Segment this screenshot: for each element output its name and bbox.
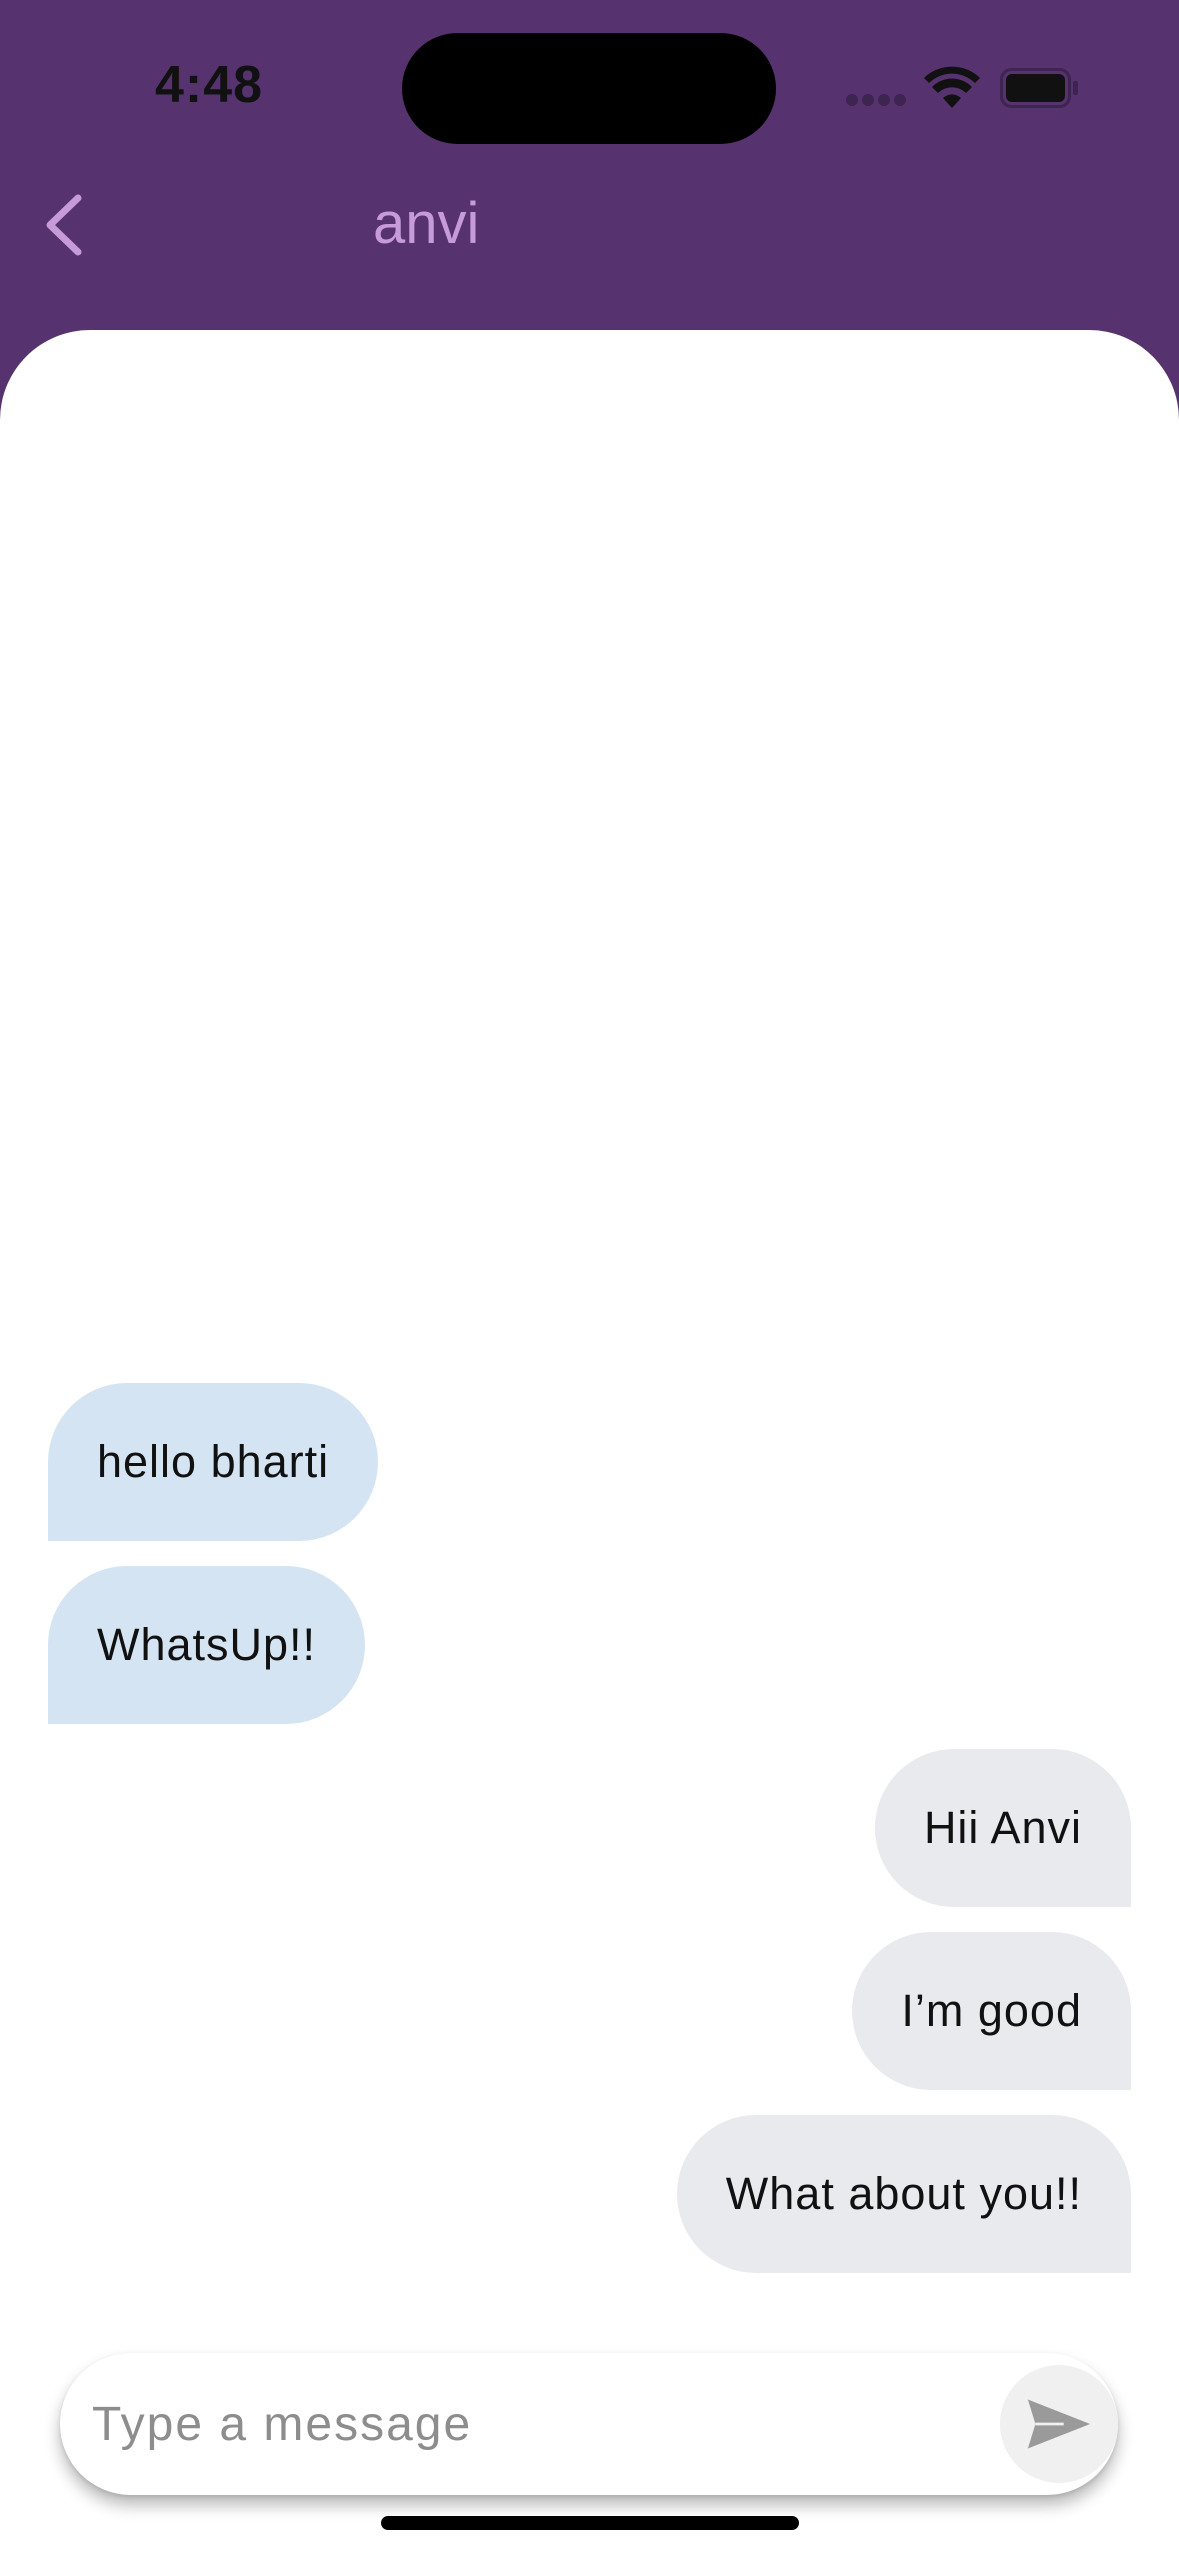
wifi-icon [924, 66, 980, 108]
message-text: Hii Anvi [923, 1802, 1082, 1853]
chat-screen: 4:48 anvi hello bharti WhatsUp!! Hii Anv… [0, 0, 1179, 2556]
message-input[interactable] [90, 2373, 1014, 2475]
dynamic-island [402, 33, 776, 144]
message-bubble-received: WhatsUp!! [48, 1566, 366, 1724]
message-bubble-sent: What about you!! [676, 2115, 1131, 2273]
send-button[interactable] [1000, 2365, 1118, 2483]
chevron-left-icon [46, 194, 82, 256]
message-text: I’m good [901, 1985, 1082, 2036]
status-time: 4:48 [155, 56, 264, 114]
message-text: WhatsUp!! [97, 1619, 317, 1670]
send-icon [1027, 2399, 1091, 2449]
chat-title: anvi [373, 191, 480, 256]
battery-icon [1000, 68, 1078, 108]
cellular-signal-icon [846, 94, 906, 106]
message-composer [60, 2353, 1118, 2495]
message-bubble-sent: I’m good [852, 1932, 1131, 2090]
message-bubble-received: hello bharti [48, 1383, 379, 1541]
back-button[interactable] [40, 190, 90, 260]
message-text: hello bharti [97, 1436, 330, 1487]
home-indicator [381, 2516, 799, 2530]
message-bubble-sent: Hii Anvi [874, 1749, 1131, 1907]
message-text: What about you!! [725, 2168, 1082, 2219]
